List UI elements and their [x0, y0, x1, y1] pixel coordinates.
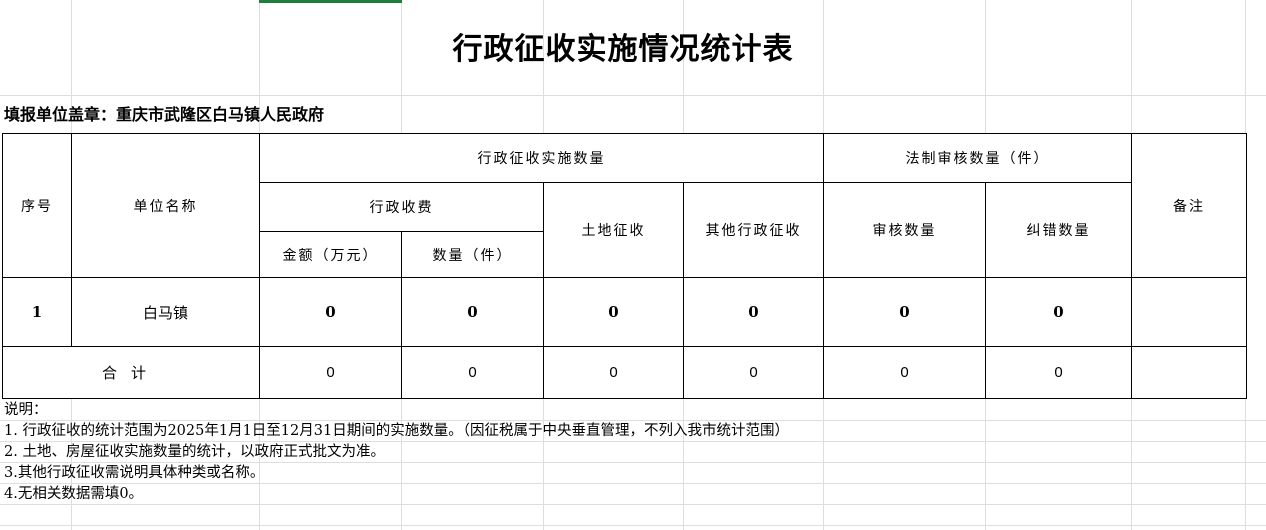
cell-amount[interactable]: 0	[259, 277, 402, 347]
header-other[interactable]: 其他行政征收	[683, 182, 824, 278]
header-fee-count[interactable]: 数量（件）	[401, 231, 544, 278]
header-correction-count[interactable]: 纠错数量	[985, 182, 1132, 278]
header-admin-fee[interactable]: 行政收费	[259, 182, 544, 232]
note-item[interactable]: 4.无相关数据需填0。	[4, 484, 789, 505]
header-implementation-count[interactable]: 行政征收实施数量	[259, 133, 824, 183]
total-land[interactable]: 0	[543, 346, 684, 399]
note-item[interactable]: 3.其他行政征收需说明具体种类或名称。	[4, 463, 789, 484]
total-amount[interactable]: 0	[259, 346, 402, 399]
total-other[interactable]: 0	[683, 346, 824, 399]
header-seq[interactable]: 序号	[2, 133, 72, 278]
page-title: 行政征收实施情况统计表	[452, 32, 794, 67]
total-review[interactable]: 0	[823, 346, 986, 399]
header-land[interactable]: 土地征收	[543, 182, 684, 278]
total-row: 合计 0 0 0 0 0 0	[2, 346, 1247, 399]
total-label[interactable]: 合计	[2, 346, 260, 399]
total-correction[interactable]: 0	[985, 346, 1132, 399]
total-fee-count[interactable]: 0	[401, 346, 544, 399]
reporting-unit[interactable]: 填报单位盖章：重庆市武隆区白马镇人民政府	[4, 103, 324, 127]
cell-other[interactable]: 0	[683, 277, 824, 347]
cell-seq[interactable]: 1	[2, 277, 72, 347]
cell-land[interactable]: 0	[543, 277, 684, 347]
table-row: 1 白马镇 0 0 0 0 0 0	[2, 277, 1247, 347]
cell-correction[interactable]: 0	[985, 277, 1132, 347]
header-legal-review[interactable]: 法制审核数量（件）	[823, 133, 1132, 183]
notes-heading[interactable]: 说明：	[4, 400, 789, 421]
statistics-table: 序号 单位名称 行政征收实施数量 法制审核数量（件） 备注 行政收费 土地征收 …	[2, 133, 1247, 399]
cell-review[interactable]: 0	[823, 277, 986, 347]
header-remark[interactable]: 备注	[1131, 133, 1247, 278]
note-item[interactable]: 1. 行政征收的统计范围为2025年1月1日至12月31日期间的实施数量。（因征…	[4, 421, 789, 442]
header-amount[interactable]: 金额（万元）	[259, 231, 402, 278]
header-unit-name[interactable]: 单位名称	[71, 133, 260, 278]
header-review-count[interactable]: 审核数量	[823, 182, 986, 278]
selected-column-indicator	[259, 0, 402, 3]
total-remark[interactable]	[1131, 346, 1247, 399]
cell-remark[interactable]	[1131, 277, 1247, 347]
note-item[interactable]: 2. 土地、房屋征收实施数量的统计，以政府正式批文为准。	[4, 442, 789, 463]
cell-unit-name[interactable]: 白马镇	[71, 277, 260, 347]
notes-section: 说明： 1. 行政征收的统计范围为2025年1月1日至12月31日期间的实施数量…	[4, 400, 789, 505]
cell-fee-count[interactable]: 0	[401, 277, 544, 347]
